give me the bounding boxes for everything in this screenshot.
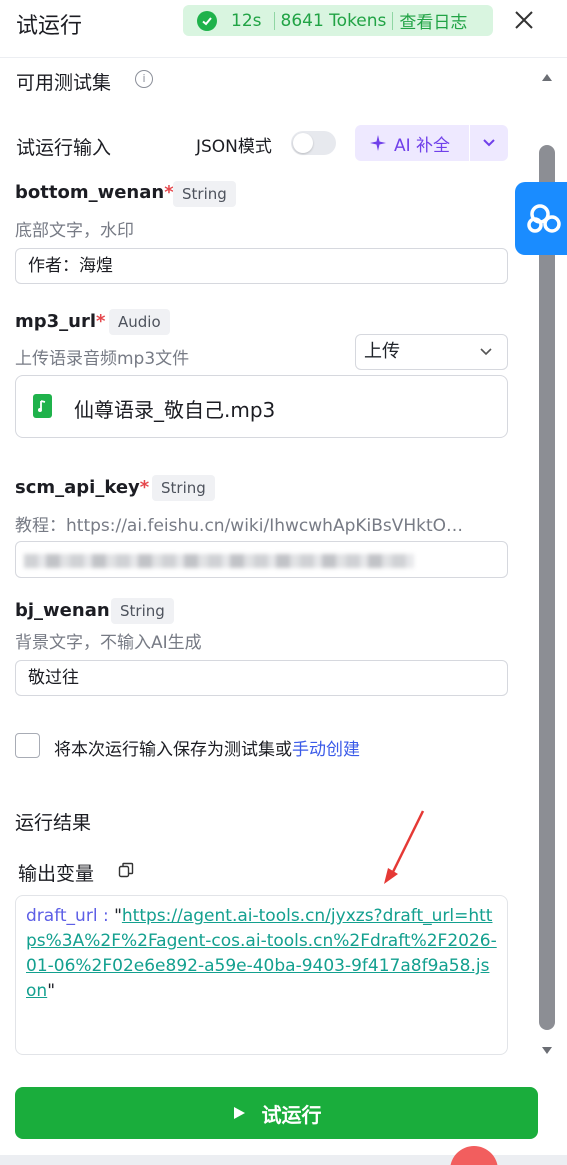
ai-fill-dropdown[interactable] [470, 125, 508, 161]
run-button[interactable]: 试运行 [15, 1087, 538, 1139]
scm-api-key-input[interactable] [15, 541, 508, 578]
field-description: 上传语录音频mp3文件 [15, 349, 190, 369]
sparkle-icon [370, 135, 386, 151]
file-name: 仙尊语录_敬自己.mp3 [74, 398, 276, 422]
run-button-label: 试运行 [261, 1102, 322, 1127]
header-bar: 试运行 12s 8641 Tokens 查看日志 [0, 0, 567, 58]
redacted-value [24, 554, 414, 568]
audio-file-item[interactable]: 仙尊语录_敬自己.mp3 [15, 375, 508, 438]
status-divider [273, 11, 275, 30]
inputs-title: 试运行输入 [16, 137, 112, 159]
upload-mode-select[interactable]: 上传 [355, 334, 508, 370]
field-description: 教程：https://ai.feishu.cn/wiki/IhwcwhApKiB… [15, 516, 464, 536]
info-icon[interactable]: i [135, 70, 153, 88]
success-check-icon [197, 10, 217, 31]
output-variables-box: draft_url : "https://agent.ai-tools.cn/j… [15, 895, 508, 1055]
save-testset-checkbox[interactable] [15, 733, 40, 758]
status-divider [392, 11, 394, 30]
field-name-bottom-wenan: bottom_wenan* [15, 182, 174, 203]
save-testset-label: 将本次运行输入保存为测试集或手动创建 [54, 740, 360, 760]
result-title: 运行结果 [15, 812, 92, 834]
copy-icon[interactable] [118, 862, 134, 878]
token-count: 8641 Tokens [280, 10, 387, 31]
floating-assistant-button[interactable] [515, 182, 567, 255]
toggle-knob [293, 133, 313, 153]
quote-close: " [47, 981, 56, 1001]
chevron-down-icon [483, 139, 495, 147]
upload-mode-value: 上传 [364, 341, 400, 362]
scroll-down-icon[interactable] [541, 1046, 553, 1056]
manual-create-link[interactable]: 手动创建 [292, 740, 360, 760]
play-icon [233, 1107, 245, 1119]
output-title: 输出变量 [18, 863, 95, 885]
mascot-avatar[interactable] [450, 1146, 498, 1165]
ai-fill-button[interactable]: AI 补全 [355, 125, 469, 161]
music-file-icon [33, 394, 52, 418]
close-icon[interactable] [512, 8, 536, 32]
json-mode-toggle[interactable] [291, 131, 336, 155]
json-mode-label: JSON模式 [196, 137, 272, 157]
scrollbar-thumb[interactable] [539, 145, 555, 1030]
panel-title: 试运行 [16, 14, 83, 39]
run-status-badge: 12s 8641 Tokens 查看日志 [183, 5, 493, 36]
ai-fill-label: AI 补全 [394, 135, 451, 156]
type-badge: String [111, 598, 174, 624]
type-badge: Audio [109, 309, 170, 335]
field-name-bj-wenan: bj_wenan [15, 600, 110, 621]
view-log-link[interactable]: 查看日志 [399, 8, 467, 33]
red-arrow-annotation [384, 810, 425, 884]
output-key: draft_url : [26, 906, 115, 926]
field-description: 底部文字，水印 [15, 221, 134, 241]
bj-wenan-input[interactable]: 敬过往 [15, 660, 508, 696]
field-name-scm-api-key: scm_api_key* [15, 477, 150, 498]
type-badge: String [173, 181, 236, 207]
field-name-mp3-url: mp3_url* [15, 311, 106, 332]
field-description: 背景文字，不输入AI生成 [15, 633, 202, 653]
scroll-up-icon[interactable] [541, 72, 553, 82]
quote-open: " [114, 906, 122, 926]
assistant-logo-icon [527, 203, 561, 233]
run-duration: 12s [231, 10, 262, 31]
chevron-down-icon [480, 348, 492, 356]
bottom-wenan-input[interactable]: 作者：海煌 [15, 248, 508, 284]
test-sets-title: 可用测试集 [16, 72, 112, 94]
type-badge: String [152, 475, 215, 501]
